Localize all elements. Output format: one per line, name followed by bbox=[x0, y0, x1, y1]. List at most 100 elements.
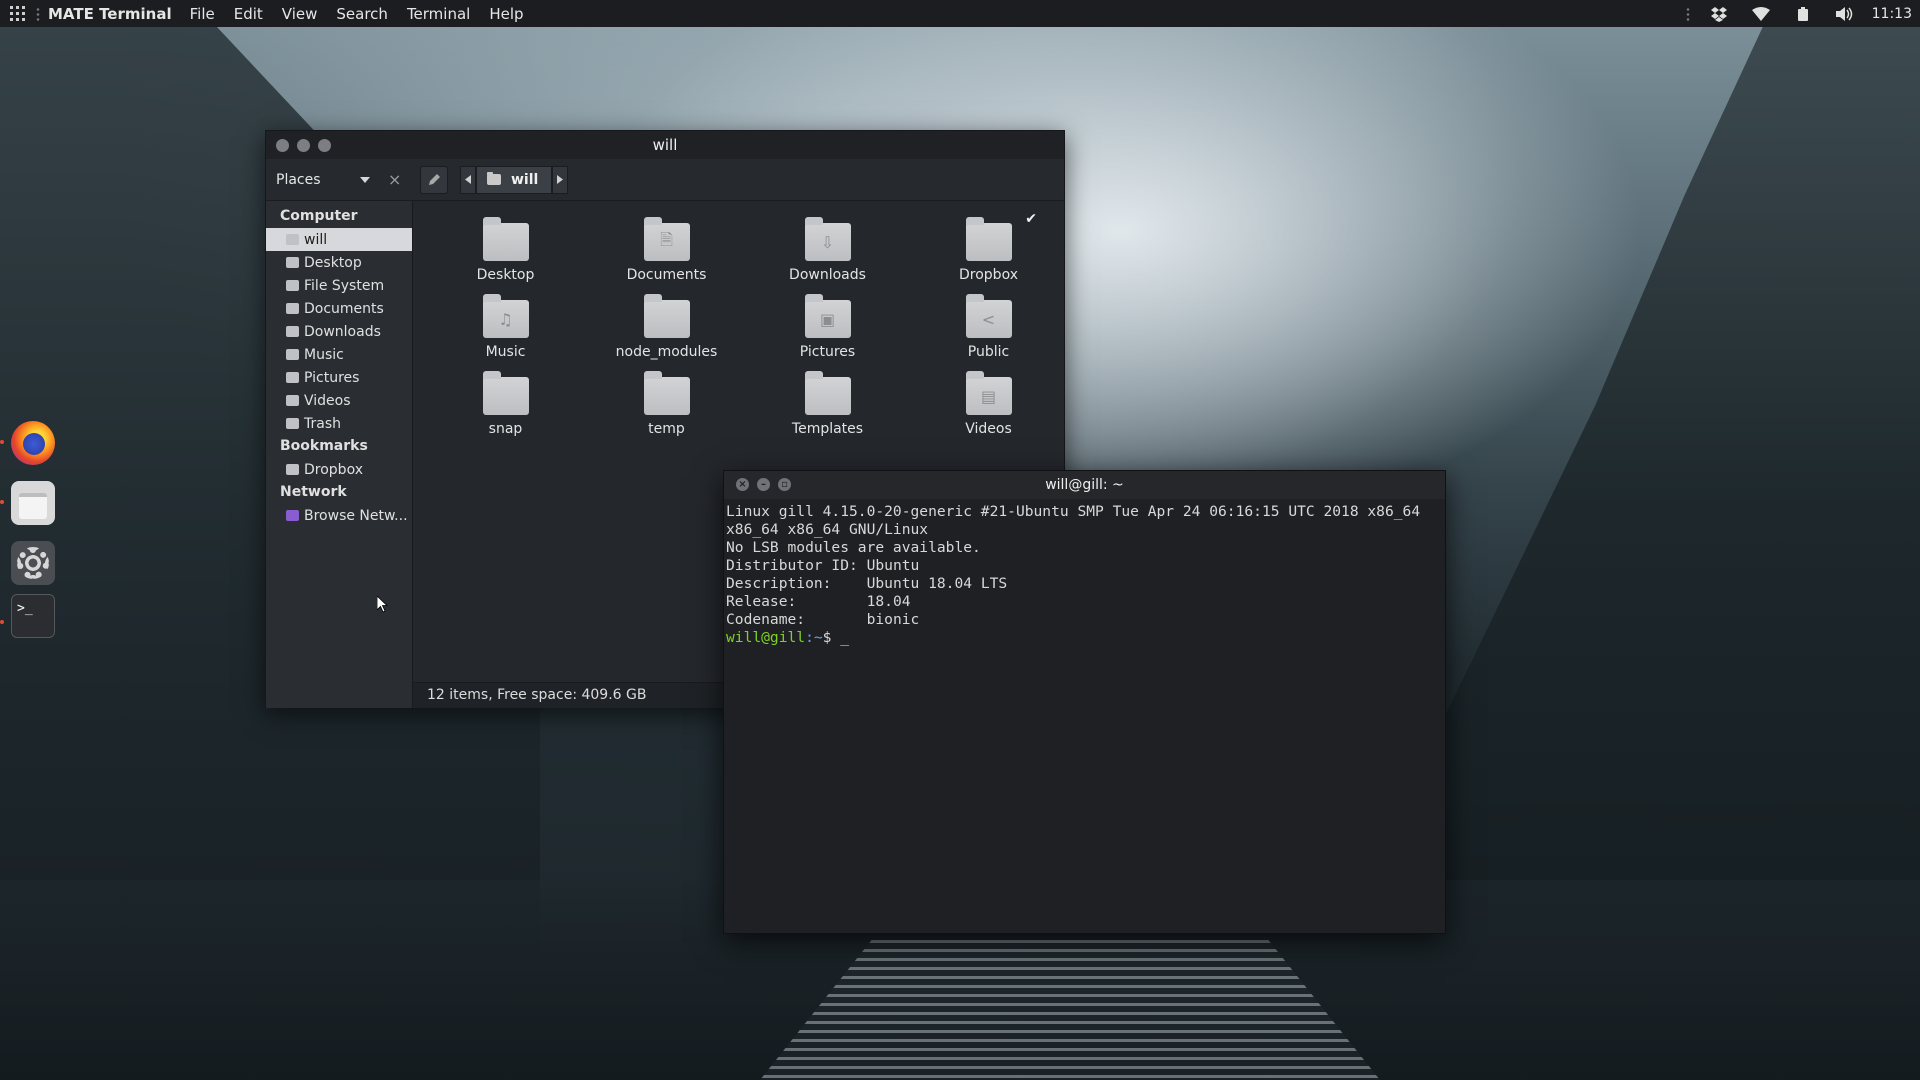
dropbox-icon[interactable] bbox=[1698, 0, 1740, 27]
sidebar-item-label: Documents bbox=[304, 300, 384, 317]
sidebar-item-label: will bbox=[304, 231, 328, 248]
window-controls bbox=[276, 139, 331, 152]
file-item-desktop[interactable]: Desktop bbox=[425, 215, 586, 292]
sidebar-item-label: Desktop bbox=[304, 254, 362, 271]
places-dropdown[interactable]: Places × bbox=[266, 159, 414, 201]
dock-item-terminal[interactable]: >_ bbox=[0, 594, 56, 646]
edit-location-button[interactable] bbox=[420, 165, 448, 194]
wifi-icon[interactable] bbox=[1740, 0, 1782, 27]
running-indicator bbox=[0, 440, 4, 444]
terminal-line: Description: Ubuntu 18.04 LTS bbox=[726, 575, 1008, 592]
terminal-icon: >_ bbox=[11, 594, 55, 638]
terminal-window: × – ▫ will@gill: ~ Linux gill 4.15.0-20-… bbox=[723, 470, 1446, 934]
file-item-videos[interactable]: ▤ Videos bbox=[908, 369, 1069, 446]
dock-item-files[interactable] bbox=[0, 480, 56, 526]
file-item-node-modules[interactable]: node_modules bbox=[586, 292, 747, 369]
places-label: Places bbox=[276, 171, 321, 188]
file-item-dropbox[interactable]: ✔ Dropbox bbox=[908, 211, 1069, 292]
dock-item-firefox[interactable] bbox=[0, 420, 56, 466]
sidebar-item-browse-network[interactable]: Browse Netw... bbox=[266, 504, 412, 527]
panel-separator bbox=[36, 6, 40, 21]
prompt-user: will@gill bbox=[726, 629, 806, 646]
sidebar-item-trash[interactable]: Trash bbox=[266, 412, 412, 435]
file-item-label: Documents bbox=[626, 267, 707, 283]
file-item-pictures[interactable]: ▣ Pictures bbox=[747, 292, 908, 369]
dock-item-settings[interactable] bbox=[10, 540, 56, 586]
file-item-documents[interactable]: 🗎 Documents bbox=[586, 215, 747, 292]
sidebar-item-desktop[interactable]: Desktop bbox=[266, 251, 412, 274]
chevron-left-icon bbox=[465, 175, 471, 184]
firefox-icon bbox=[11, 421, 55, 465]
file-manager-toolbar: Places × will bbox=[266, 159, 1064, 201]
places-sidebar: Computer will Desktop File System Docume… bbox=[266, 201, 413, 708]
menu-search[interactable]: Search bbox=[336, 5, 388, 23]
sidebar-item-documents[interactable]: Documents bbox=[266, 297, 412, 320]
file-item-label: Pictures bbox=[799, 344, 856, 360]
documents-folder-icon: 🗎 bbox=[643, 217, 690, 261]
terminal-line: x86_64 x86_64 GNU/Linux bbox=[726, 521, 929, 538]
minimize-window-button[interactable]: – bbox=[757, 478, 770, 491]
path-forward-button[interactable] bbox=[552, 165, 568, 194]
sidebar-section-bookmarks: Bookmarks bbox=[280, 438, 368, 454]
file-item-label: temp bbox=[648, 421, 685, 437]
file-item-downloads[interactable]: ⇩ Downloads bbox=[747, 215, 908, 292]
sync-check-icon: ✔ bbox=[1025, 211, 1037, 227]
folder-icon bbox=[643, 294, 690, 338]
app-name[interactable]: MATE Terminal bbox=[48, 5, 172, 23]
maximize-window-button[interactable] bbox=[318, 139, 331, 152]
pencil-icon bbox=[428, 174, 440, 185]
path-back-button[interactable] bbox=[460, 165, 476, 194]
file-item-templates[interactable]: Templates bbox=[747, 369, 908, 446]
file-item-label: node_modules bbox=[615, 344, 718, 360]
file-item-temp[interactable]: temp bbox=[586, 369, 747, 446]
file-icon-grid: Desktop 🗎 Documents ⇩ Downloads ✔ Dropbox ♫… bbox=[425, 211, 1069, 446]
sidebar-item-videos[interactable]: Videos bbox=[266, 389, 412, 412]
prompt-path: :~ bbox=[805, 629, 823, 646]
file-manager-titlebar[interactable]: will bbox=[266, 131, 1064, 159]
sidebar-item-pictures[interactable]: Pictures bbox=[266, 366, 412, 389]
menu-help[interactable]: Help bbox=[489, 5, 523, 23]
battery-icon[interactable] bbox=[1782, 0, 1824, 27]
maximize-window-button[interactable]: ▫ bbox=[778, 478, 791, 491]
menu-edit[interactable]: Edit bbox=[234, 5, 263, 23]
sidebar-item-label: Pictures bbox=[304, 369, 360, 386]
running-indicator bbox=[0, 620, 4, 624]
terminal-line: Linux gill 4.15.0-20-generic #21-Ubuntu … bbox=[726, 503, 1421, 520]
volume-icon[interactable] bbox=[1824, 0, 1866, 27]
close-sidebar-icon[interactable]: × bbox=[388, 170, 401, 189]
file-item-snap[interactable]: snap bbox=[425, 369, 586, 446]
sidebar-item-dropbox[interactable]: Dropbox bbox=[266, 458, 412, 481]
sidebar-item-music[interactable]: Music bbox=[266, 343, 412, 366]
clock[interactable]: 11:13 bbox=[1866, 6, 1920, 22]
file-item-label: Desktop bbox=[476, 267, 535, 283]
folder-icon bbox=[643, 371, 690, 415]
terminal-output[interactable]: Linux gill 4.15.0-20-generic #21-Ubuntu … bbox=[724, 499, 1445, 651]
file-item-label: Templates bbox=[791, 421, 864, 437]
chevron-down-icon bbox=[360, 176, 370, 183]
sidebar-item-label: Videos bbox=[304, 392, 351, 409]
tray-separator bbox=[1685, 6, 1690, 21]
sidebar-item-downloads[interactable]: Downloads bbox=[266, 320, 412, 343]
sidebar-item-file-system[interactable]: File System bbox=[266, 274, 412, 297]
file-item-public[interactable]: < Public bbox=[908, 292, 1069, 369]
sidebar-item-label: Music bbox=[304, 346, 344, 363]
dock: >_ bbox=[0, 420, 56, 660]
menu-terminal[interactable]: Terminal bbox=[407, 5, 470, 23]
close-window-button[interactable] bbox=[276, 139, 289, 152]
templates-folder-icon bbox=[804, 371, 851, 415]
sidebar-item-will[interactable]: will bbox=[266, 228, 412, 251]
menu-view[interactable]: View bbox=[282, 5, 318, 23]
terminal-line: Release: 18.04 bbox=[726, 593, 911, 610]
apps-grid-icon[interactable] bbox=[0, 0, 34, 27]
close-window-button[interactable]: × bbox=[736, 478, 749, 491]
public-share-folder-icon: < bbox=[965, 294, 1012, 338]
downloads-folder-icon: ⇩ bbox=[804, 217, 851, 261]
file-item-label: Public bbox=[967, 344, 1010, 360]
file-item-music[interactable]: ♫ Music bbox=[425, 292, 586, 369]
network-icon bbox=[286, 510, 299, 521]
minimize-window-button[interactable] bbox=[297, 139, 310, 152]
path-segment-will[interactable]: will bbox=[476, 165, 552, 194]
menu-file[interactable]: File bbox=[190, 5, 215, 23]
terminal-titlebar[interactable]: × – ▫ will@gill: ~ bbox=[724, 471, 1445, 499]
folder-icon bbox=[482, 371, 529, 415]
